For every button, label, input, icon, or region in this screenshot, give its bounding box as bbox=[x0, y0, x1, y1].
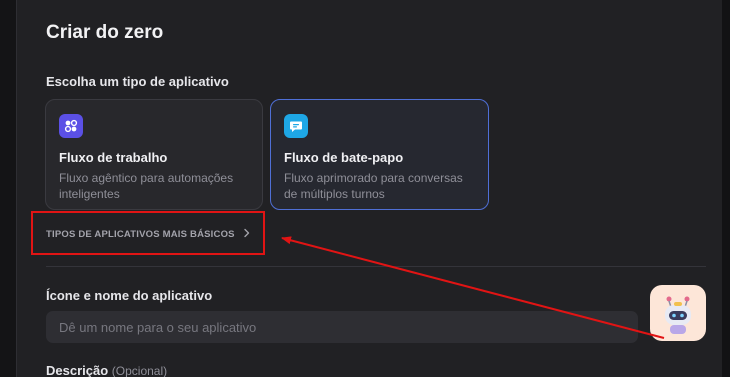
description-label: Descrição (Opcional) bbox=[46, 363, 167, 377]
workflow-card-description: Fluxo agêntico para automações inteligen… bbox=[59, 171, 234, 201]
workflow-card-title: Fluxo de trabalho bbox=[59, 150, 168, 165]
chevron-right-icon bbox=[243, 228, 251, 241]
right-gutter bbox=[722, 0, 730, 377]
more-app-types-link[interactable]: TIPOS DE APLICATIVOS MAIS BÁSICOS bbox=[46, 228, 251, 241]
more-app-types-label: TIPOS DE APLICATIVOS MAIS BÁSICOS bbox=[46, 229, 235, 240]
page-title: Criar do zero bbox=[46, 22, 164, 43]
optional-tag: (Opcional) bbox=[111, 364, 168, 377]
app-name-label: Ícone e nome do aplicativo bbox=[46, 288, 213, 303]
chat-bubble-icon bbox=[284, 114, 308, 138]
chatflow-card[interactable]: Fluxo de bate-papo Fluxo aprimorado para… bbox=[270, 99, 489, 210]
description-label-text: Descrição bbox=[46, 363, 109, 377]
chatflow-card-title: Fluxo de bate-papo bbox=[284, 150, 404, 165]
assistant-robot-avatar[interactable] bbox=[650, 285, 706, 341]
section-divider bbox=[46, 266, 706, 267]
app-name-input[interactable] bbox=[46, 311, 638, 343]
chatflow-card-description: Fluxo aprimorado para conversas de múlti… bbox=[284, 171, 463, 201]
workflow-card[interactable]: Fluxo de trabalho Fluxo agêntico para au… bbox=[45, 99, 263, 210]
workflow-icon bbox=[59, 114, 83, 138]
left-gutter bbox=[0, 0, 16, 377]
robot-icon bbox=[665, 296, 691, 334]
app-type-label: Escolha um tipo de aplicativo bbox=[46, 74, 229, 89]
